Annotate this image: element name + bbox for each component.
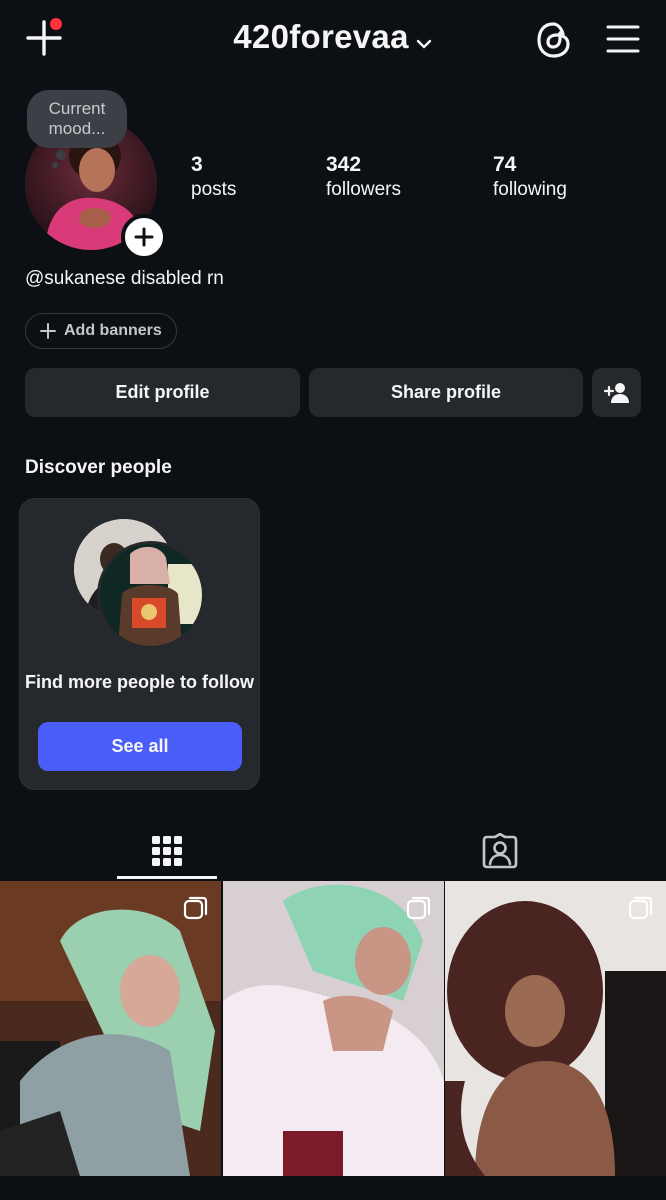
following-count-value: 74 (493, 153, 517, 176)
chevron-down-icon (415, 20, 433, 58)
following-count-label: following (493, 179, 567, 200)
posts-grid-tab[interactable] (0, 822, 333, 880)
following-count[interactable]: 74 following (493, 152, 567, 202)
menu-icon (606, 25, 640, 53)
tagged-tab[interactable] (333, 822, 666, 880)
see-all-button[interactable]: See all (38, 722, 242, 771)
note-bubble-tail-small (52, 162, 58, 168)
posts-count[interactable]: 3 posts (191, 152, 236, 202)
share-profile-button[interactable]: Share profile (309, 368, 583, 417)
suggested-avatar (97, 541, 205, 649)
carousel-icon (406, 896, 431, 920)
posts-count-value: 3 (191, 153, 203, 176)
profile-bio: @sukanese disabled rn (25, 268, 224, 289)
discover-people-heading: Discover people (25, 457, 172, 478)
post-image (223, 881, 444, 1176)
threads-icon (537, 22, 570, 58)
add-person-icon (603, 382, 629, 403)
note-bubble-tail (56, 150, 66, 160)
post-thumbnail[interactable] (223, 881, 444, 1176)
grid-icon (151, 836, 182, 866)
add-story-button[interactable] (121, 214, 167, 260)
find-people-text: Find more people to follow (25, 672, 254, 692)
followers-count-value: 342 (326, 153, 362, 176)
menu-button[interactable] (602, 18, 644, 60)
share-profile-label: Share profile (390, 382, 502, 402)
active-tab-indicator (117, 876, 217, 879)
plus-icon (40, 323, 56, 339)
bottom-edge (0, 1176, 666, 1200)
edit-profile-label: Edit profile (115, 382, 210, 402)
carousel-icon (183, 896, 208, 920)
username-title: 420forevaa (233, 18, 409, 55)
post-thumbnail[interactable] (0, 881, 221, 1176)
followers-count[interactable]: 342 followers (326, 152, 401, 202)
person-tag-icon (482, 833, 517, 869)
followers-count-label: followers (326, 179, 401, 200)
add-banners-button[interactable]: Add banners (25, 313, 177, 349)
discover-people-button[interactable] (592, 368, 641, 417)
note-bubble[interactable]: Current mood... (27, 90, 127, 148)
plus-icon (134, 227, 154, 247)
posts-count-label: posts (191, 179, 237, 200)
edit-profile-button[interactable]: Edit profile (25, 368, 300, 417)
post-image (445, 881, 666, 1176)
carousel-icon (628, 896, 653, 920)
threads-button[interactable] (530, 16, 578, 64)
see-all-label: See all (111, 736, 169, 756)
add-banners-label: Add banners (64, 322, 162, 339)
post-image (0, 881, 221, 1176)
post-thumbnail[interactable] (445, 881, 666, 1176)
